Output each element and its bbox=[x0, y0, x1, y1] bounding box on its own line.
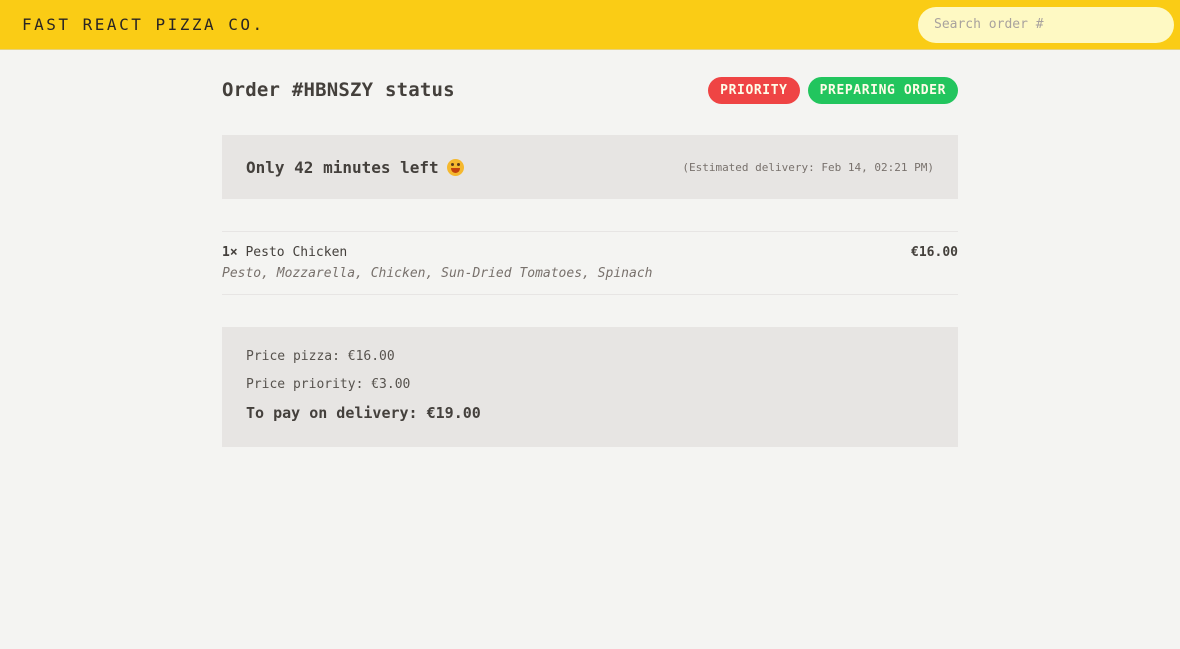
eta-remaining-text: Only 42 minutes left bbox=[246, 157, 439, 177]
item-row: 1× Pesto Chicken €16.00 bbox=[222, 245, 958, 260]
priority-badge: PRIORITY bbox=[708, 76, 800, 104]
item-name-group: 1× Pesto Chicken bbox=[222, 245, 347, 260]
price-summary-panel: Price pizza: €16.00 Price priority: €3.0… bbox=[222, 327, 958, 447]
page-title: Order #HBNSZY status bbox=[222, 79, 455, 101]
eta-remaining: Only 42 minutes left bbox=[246, 158, 464, 177]
app-header: FAST REACT PIZZA CO. bbox=[0, 0, 1180, 50]
search-order-input[interactable] bbox=[918, 6, 1174, 43]
price-priority: Price priority: €3.00 bbox=[246, 377, 411, 392]
total-to-pay: To pay on delivery: €19.00 bbox=[246, 404, 481, 422]
status-badge: PREPARING ORDER bbox=[807, 76, 958, 104]
order-page: Order #HBNSZY status PRIORITY PREPARING … bbox=[222, 50, 958, 447]
item-price: €16.00 bbox=[911, 245, 958, 260]
eta-estimated: (Estimated delivery: Feb 14, 02:21 PM) bbox=[682, 160, 934, 174]
list-item: 1× Pesto Chicken €16.00 Pesto, Mozzarell… bbox=[222, 232, 958, 294]
status-badges: PRIORITY PREPARING ORDER bbox=[708, 76, 958, 104]
grinning-face-icon bbox=[446, 158, 464, 176]
item-quantity: 1× bbox=[222, 245, 238, 260]
order-title-row: Order #HBNSZY status PRIORITY PREPARING … bbox=[222, 76, 958, 104]
delivery-eta-panel: Only 42 minutes left (Estimated delivery… bbox=[222, 135, 958, 199]
order-items-list: 1× Pesto Chicken €16.00 Pesto, Mozzarell… bbox=[222, 231, 958, 295]
item-ingredients: Pesto, Mozzarella, Chicken, Sun-Dried To… bbox=[222, 266, 653, 281]
item-name: Pesto Chicken bbox=[245, 245, 348, 260]
price-pizza: Price pizza: €16.00 bbox=[246, 349, 395, 364]
app-logo[interactable]: FAST REACT PIZZA CO. bbox=[22, 15, 265, 34]
